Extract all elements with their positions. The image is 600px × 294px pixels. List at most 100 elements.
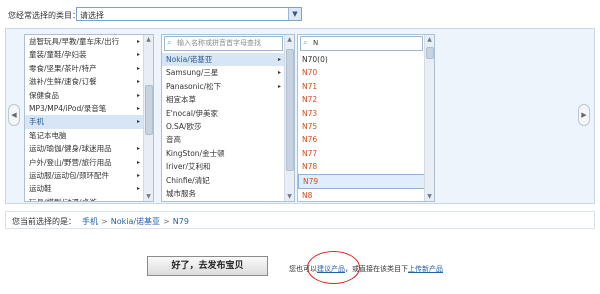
col1-item[interactable]: 玩具/模型/动漫/桌游 ▸: [25, 196, 144, 201]
chevron-right-icon[interactable]: ▶: [578, 104, 590, 126]
col1-item[interactable]: 保健食品 ▸: [25, 89, 144, 102]
col1-item[interactable]: 手机 ▸: [25, 115, 144, 129]
col2-item[interactable]: KingSton/金士顿: [162, 147, 285, 160]
col3-item[interactable]: N73: [298, 107, 425, 120]
col1-item-label: 益智玩具/早教/童车床/出行: [29, 37, 120, 46]
chevron-right-icon: ▸: [136, 51, 140, 59]
col3-item[interactable]: N70: [298, 66, 425, 79]
scroll-up-icon[interactable]: ▲: [285, 35, 294, 44]
scroll-down-icon[interactable]: ▼: [144, 192, 153, 201]
col1-item[interactable]: 户外/登山/野营/旅行用品 ▸: [25, 156, 144, 169]
chevron-right-icon: ▸: [136, 64, 140, 72]
scrollbar-thumb[interactable]: [145, 85, 153, 135]
col1-item[interactable]: 零食/坚果/茶叶/特产 ▸: [25, 62, 144, 75]
chevron-right-icon: ▸: [136, 171, 140, 179]
breadcrumb-item-level1[interactable]: 手机: [82, 217, 98, 226]
col2-item[interactable]: Nokia/诺基亚 ▸: [162, 53, 285, 67]
col1-item-label: 运动/瑜伽/健身/球迷用品: [29, 144, 112, 154]
annotation-circle: [307, 251, 360, 284]
chevron-right-icon: ▸: [277, 82, 281, 90]
col2-item[interactable]: 城市服务: [162, 187, 285, 200]
chevron-left-icon[interactable]: ◀: [8, 104, 20, 126]
col3-item[interactable]: N8: [298, 189, 425, 201]
col1-item[interactable]: MP3/MP4/iPod/录音笔 ▸: [25, 102, 144, 115]
brand-search-input[interactable]: ⌕ 输入名称或拼音首字母查找: [164, 36, 283, 51]
col3-item[interactable]: N71: [298, 80, 425, 93]
col2-item-label: 相宜本草: [166, 95, 196, 105]
col2-item[interactable]: 相宜本草: [162, 93, 285, 106]
scroll-up-icon[interactable]: ▲: [425, 35, 434, 44]
col3-item-label: N77: [302, 148, 318, 158]
col1-item[interactable]: 运动鞋 ▸: [25, 182, 144, 195]
breadcrumb-item-level3[interactable]: N79: [173, 217, 189, 226]
col3-item-label: N76: [302, 135, 318, 145]
col1-item[interactable]: 运动服/运动包/颈环配件 ▸: [25, 169, 144, 182]
scroll-down-icon[interactable]: ▼: [285, 192, 294, 201]
selected-path-bar: 您当前选择的是： 手机 > Nokia/诺基亚 > N79: [5, 211, 595, 229]
scrollbar-thumb[interactable]: [426, 47, 434, 59]
col1-item-label: 滋补/生鲜/速食/订餐: [29, 77, 97, 87]
col1-item-label: 运动鞋: [29, 184, 52, 194]
breadcrumb-item-level2[interactable]: Nokia/诺基亚: [111, 217, 160, 226]
model-search-input[interactable]: ⌕ N: [300, 36, 423, 51]
col3-item[interactable]: N75: [298, 120, 425, 133]
publish-item-button[interactable]: 好了，去发布宝贝: [147, 256, 268, 276]
col1-item-label: 零食/坚果/茶叶/特产: [29, 63, 97, 73]
col1-item[interactable]: 童装/童鞋/孕妇装 ▸: [25, 48, 144, 61]
chevron-right-icon: ▸: [136, 118, 140, 126]
col3-item-label: N79: [303, 176, 319, 186]
col1-item-label: 手机: [29, 117, 44, 127]
col2-item[interactable]: Panasonic/松下 ▸: [162, 80, 285, 93]
col3-item[interactable]: N70(0): [298, 53, 425, 66]
category-list-level2: Nokia/诺基亚 ▸ Samsung/三星 ▸ Panasonic/松下 ▸ 相宜本草 E'…: [162, 53, 285, 200]
scrollbar-thumb[interactable]: [286, 49, 294, 171]
magnifier-icon: ⌕: [167, 38, 172, 47]
col3-item-label: N71: [302, 81, 318, 91]
col3-item-label: N72: [302, 95, 318, 105]
category-list-level3: N70(0)N70N71N72N73N75N76N77N78N79N8N80: [298, 53, 425, 201]
chevron-right-icon: ▸: [136, 104, 140, 112]
col1-item-label: 玩具/模型/动漫/桌游: [29, 198, 97, 201]
col1-item[interactable]: 笔记本电脑: [25, 129, 144, 142]
col3-item-label: N70(0): [302, 55, 328, 64]
chevron-right-icon: ▸: [136, 145, 140, 153]
col1-item[interactable]: 运动/瑜伽/健身/球迷用品 ▸: [25, 142, 144, 155]
col2-item[interactable]: O.SA/欧莎: [162, 120, 285, 133]
category-list-level3-wrap: ⌕ N N70(0) N70 N71 N72 N73 N75 N76 N77 N78 N79 N8 N…: [298, 35, 425, 201]
scrollbar-level3[interactable]: ▲ ▼: [424, 35, 434, 201]
col2-item[interactable]: E'nocal/伊美家: [162, 107, 285, 120]
col2-item-label: Samsung/三星: [166, 68, 219, 78]
chevron-right-icon: ▸: [136, 158, 140, 166]
scrollbar-level2[interactable]: ▲ ▼: [284, 35, 294, 201]
scroll-up-icon[interactable]: ▲: [144, 35, 153, 44]
col1-item[interactable]: 益智玩具/早教/童车床/出行 ▸: [25, 35, 144, 48]
col2-item-label: E'nocal/伊美家: [166, 108, 218, 118]
col2-item-label: 音高: [166, 135, 181, 145]
frequent-category-select[interactable]: 请选择 ▼: [76, 7, 302, 21]
chevron-right-icon: ▸: [136, 78, 140, 86]
col2-item[interactable]: Iriver/艾利和: [162, 160, 285, 173]
category-list-level1: 益智玩具/早教/童车床/出行 ▸ 童装/童鞋/孕妇装 ▸ 零食/坚果/茶叶/特产 ▸ 滋补/…: [25, 35, 144, 201]
col3-item[interactable]: N77: [298, 147, 425, 160]
col2-item[interactable]: 音高: [162, 133, 285, 146]
col2-item[interactable]: Samsung/三星 ▸: [162, 66, 285, 79]
col1-item[interactable]: 滋补/生鲜/速食/订餐 ▸: [25, 75, 144, 88]
col2-item-label: 城市服务: [166, 188, 196, 198]
col1-item-label: 保健食品: [29, 90, 59, 100]
col3-item[interactable]: N79: [298, 173, 425, 189]
col2-item-label: O.SA/欧莎: [166, 121, 202, 131]
category-column-level1: 益智玩具/早教/童车床/出行 ▸ 童装/童鞋/孕妇装 ▸ 零食/坚果/茶叶/特产 ▸ 滋补/…: [24, 34, 154, 202]
magnifier-icon: ⌕: [303, 38, 308, 47]
col1-item-label: 童装/童鞋/孕妇装: [29, 50, 87, 60]
upload-new-product-link[interactable]: 上传新产品: [408, 265, 443, 273]
col3-item[interactable]: N72: [298, 93, 425, 106]
col1-item-label: MP3/MP4/iPod/录音笔: [29, 103, 107, 113]
col2-item[interactable]: Chinfie/清妃: [162, 174, 285, 187]
scroll-down-icon[interactable]: ▼: [425, 192, 434, 201]
chevron-right-icon: ▸: [136, 185, 140, 193]
chevron-right-icon: ▸: [137, 196, 140, 201]
col3-item[interactable]: N76: [298, 133, 425, 146]
scrollbar-level1[interactable]: ▲ ▼: [143, 35, 153, 201]
col3-item[interactable]: N78: [298, 160, 425, 173]
chevron-down-icon[interactable]: ▼: [288, 8, 301, 20]
